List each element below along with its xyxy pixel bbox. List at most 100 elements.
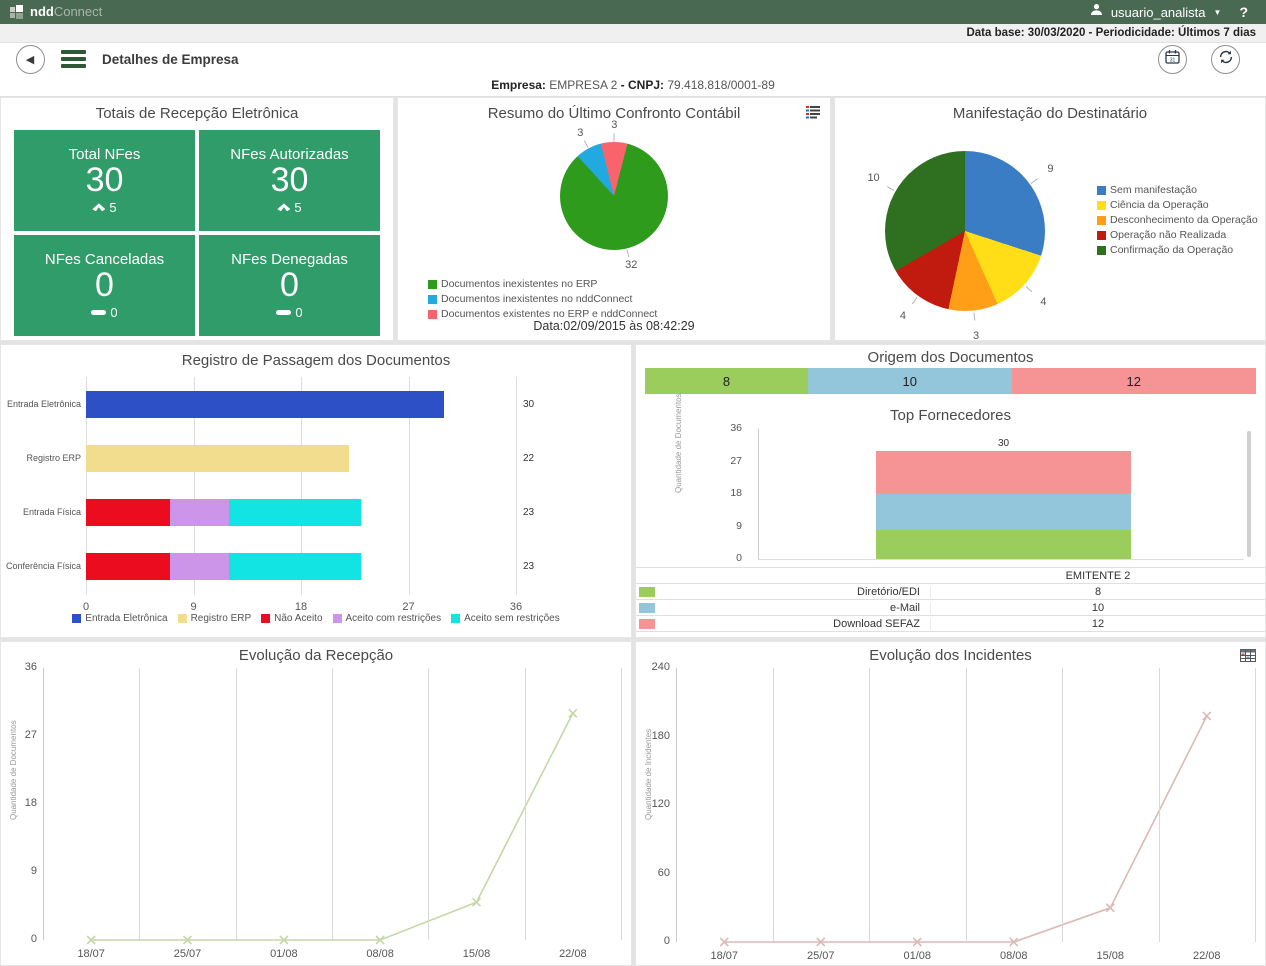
origem-segment[interactable]: 8 [645,368,808,394]
column-segment[interactable] [876,451,1131,494]
gridline [621,668,622,940]
table-label-cell: e-Mail [636,602,931,614]
kpi-card[interactable]: NFes Canceladas00 [14,235,195,336]
column-segment[interactable] [876,530,1131,559]
svg-text:31: 31 [1170,57,1176,63]
bar-row[interactable]: Entrada Eletrônica30 [1,377,631,431]
kpi-delta: 0 [91,305,117,320]
legend-label: Confirmação da Operação [1110,244,1233,256]
origem-segment[interactable]: 12 [1012,368,1256,394]
table-row[interactable]: Download SEFAZ 12 [636,615,1265,632]
kpi-delta-value: 5 [294,200,301,215]
chevron-down-icon[interactable]: ▼ [1214,8,1222,17]
kpi-value: 30 [271,163,309,199]
chart-legend: Documentos inexistentes no ERP Documentos… [428,278,802,320]
bar-segment[interactable] [229,553,360,580]
legend-item[interactable]: Aceito sem restrições [451,613,560,624]
menu-button[interactable] [61,50,86,68]
bar-segment[interactable] [86,445,349,472]
calendar-button[interactable]: 31 [1158,45,1187,74]
legend-swatch [178,614,187,623]
bar-segment[interactable] [170,499,230,526]
series-label: e-Mail [890,602,920,614]
pie-value-label: 3 [611,119,617,131]
series-swatch [639,603,655,613]
legend-item[interactable]: Desconhecimento da Operação [1097,214,1258,226]
bar-row[interactable]: Conferência Física23 [1,539,631,593]
trend-up-icon [92,203,105,211]
plot-area[interactable] [43,668,621,940]
username-menu[interactable]: usuario_analista [1111,5,1206,20]
origem-segment[interactable]: 10 [808,368,1012,394]
company-value: EMPRESA 2 [549,78,617,92]
gridline [525,668,526,940]
stacked-bar-origem[interactable]: 81012 [645,368,1256,394]
legend-item[interactable]: Ciência da Operação [1097,199,1258,211]
kpi-card[interactable]: Total NFes305 [14,130,195,231]
table-row[interactable]: e-Mail10 [636,599,1265,615]
legend-item[interactable]: Documentos inexistentes no nddConnect [428,293,632,305]
x-tick-label: 18/07 [710,950,738,962]
plot-area[interactable] [676,668,1255,942]
y-tick-label: 9 [31,865,37,877]
legend-item[interactable]: Operação não Realizada [1097,229,1258,241]
pie-chart-manifestacao[interactable]: 943410 [885,151,1045,311]
kpi-value: 0 [95,268,114,304]
line-chart-recepcao[interactable]: 0918273618/0725/0701/0808/0815/0822/08 [1,642,631,965]
gridline [869,668,870,942]
series-label: Download SEFAZ [833,618,920,630]
y-axis-line [43,668,44,940]
legend-item[interactable]: Confirmação da Operação [1097,244,1258,256]
line-chart-incidentes[interactable]: 06012018024018/0725/0701/0808/0815/0822/… [636,642,1265,965]
bar-segment[interactable] [229,499,360,526]
legend-item[interactable]: Entrada Eletrônica [72,613,167,624]
table-row[interactable]: Diretório/EDI8 [636,583,1265,599]
trend-up-icon [277,203,290,211]
bar-segment[interactable] [86,553,170,580]
kpi-card[interactable]: NFes Denegadas00 [199,235,380,336]
panel-evolucao-incidentes: Evolução dos Incidentes Quantidade de In… [635,641,1266,966]
column-chart-fornecedores[interactable]: 30 [636,429,1265,559]
legend-swatch [1097,246,1106,255]
legend-item[interactable]: Não Aceito [261,613,322,624]
back-arrow-icon: ◀ [26,53,34,66]
column-segment[interactable] [876,494,1131,530]
chart-legend: Sem manifestação Ciência da Operação Desco… [1097,184,1258,256]
database-period-text: Data base: 30/03/2020 - Periodicidade: Ú… [966,27,1256,39]
column-stack[interactable] [876,451,1131,559]
info-bar: Data base: 30/03/2020 - Periodicidade: Ú… [0,24,1266,43]
panel-title: Totais de Recepção Eletrônica [1,98,393,122]
y-tick-label: 120 [652,798,670,810]
help-button[interactable]: ? [1239,4,1248,20]
bar-row[interactable]: Entrada Física23 [1,485,631,539]
bar-row[interactable]: Registro ERP22 [1,431,631,485]
table-value-cell: 12 [931,618,1265,630]
chart-menu-icon[interactable] [806,105,821,124]
legend-item[interactable]: Registro ERP [178,613,252,624]
pie-callout-line [912,297,918,304]
y-tick-label: 180 [652,730,670,742]
cnpj-label: CNPJ: [628,78,664,92]
legend-label: Documentos inexistentes no ERP [441,278,597,290]
legend-item[interactable]: Documentos inexistentes no ERP [428,278,597,290]
back-button[interactable]: ◀ [16,45,45,74]
page-title: Detalhes de Empresa [102,52,239,67]
panel-confronto-contabil: Resumo do Último Confronto Contábil 3323… [397,97,831,341]
legend-item[interactable]: Aceito com restrições [333,613,442,624]
legend-item[interactable]: Sem manifestação [1097,184,1258,196]
refresh-button[interactable] [1211,45,1240,74]
kpi-delta-value: 0 [295,305,302,320]
bar-segment[interactable] [86,391,444,418]
bar-segment[interactable] [86,499,170,526]
bar-segment[interactable] [170,553,230,580]
gridline [332,668,333,940]
kpi-value: 30 [86,163,124,199]
app-logo[interactable]: nddConnect [10,3,102,21]
x-tick-label: 18 [295,601,307,613]
legend-swatch [1097,201,1106,210]
kpi-card[interactable]: NFes Autorizadas305 [199,130,380,231]
pie-chart-confronto[interactable]: 3323 [560,142,668,250]
panel-title: Registro de Passagem dos Documentos [1,345,631,369]
bar-chart-registro[interactable]: Entrada Eletrônica30Registro ERP22Entrad… [1,377,631,593]
chart-scrollbar[interactable] [1247,431,1251,557]
